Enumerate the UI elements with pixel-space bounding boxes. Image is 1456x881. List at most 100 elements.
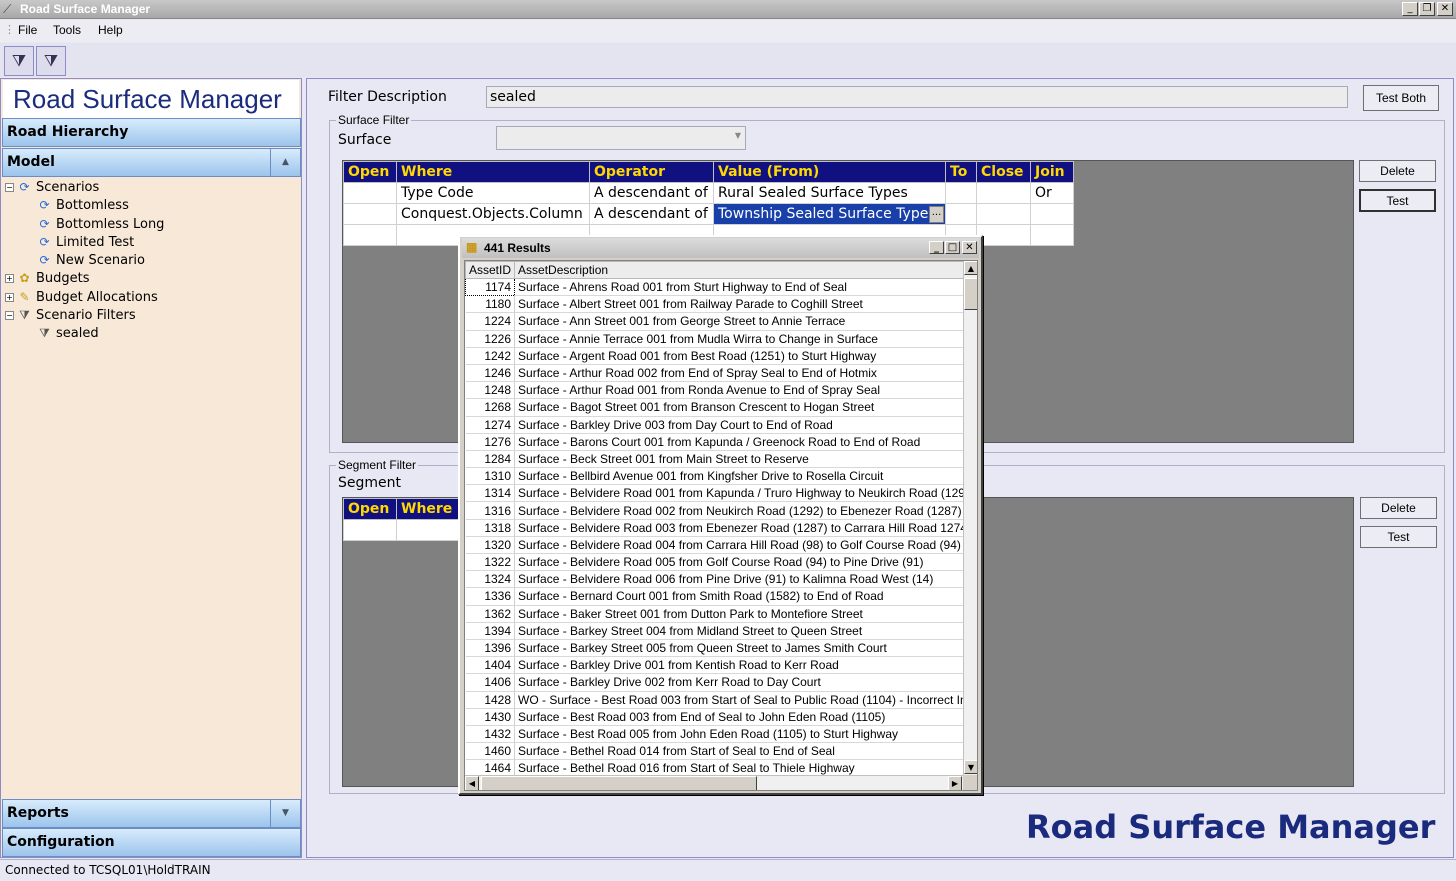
- asset-description-cell[interactable]: Surface - Beck Street 001 from Main Stre…: [514, 450, 977, 469]
- asset-id-cell[interactable]: 1284: [465, 450, 516, 469]
- asset-description-cell[interactable]: Surface - Best Road 005 from John Eden R…: [514, 725, 977, 744]
- asset-id-cell[interactable]: 1394: [465, 622, 516, 640]
- scroll-up-icon[interactable]: ▲: [964, 261, 977, 275]
- result-row[interactable]: 1396 Surface - Barkey Street 005 from Que…: [465, 639, 977, 658]
- column-header[interactable]: AssetDescription: [514, 261, 977, 279]
- ellipsis-button[interactable]: ...: [929, 206, 944, 223]
- tree-item-scenario[interactable]: ⟳ Bottomless Long: [37, 217, 164, 232]
- tree-item-scenario[interactable]: ⟳ Limited Test: [37, 235, 134, 250]
- result-row[interactable]: 1310 Surface - Bellbird Avenue 001 from K…: [465, 467, 977, 486]
- asset-description-cell[interactable]: Surface - Belvidere Road 006 from Pine D…: [514, 570, 977, 589]
- collapse-icon[interactable]: ▲: [270, 149, 300, 176]
- asset-description-cell[interactable]: Surface - Belvidere Road 001 from Kapund…: [514, 484, 977, 503]
- restore-button[interactable]: ❐: [1419, 2, 1435, 16]
- column-header[interactable]: To: [945, 161, 977, 183]
- segment-test-button[interactable]: Test: [1360, 526, 1437, 548]
- column-header[interactable]: Operator: [589, 161, 714, 183]
- result-row[interactable]: 1404 Surface - Barkley Drive 001 from Ken…: [465, 656, 977, 675]
- scroll-right-icon[interactable]: ▶: [948, 776, 962, 790]
- tree-item-scenario[interactable]: ⟳ New Scenario: [37, 253, 145, 268]
- asset-id-cell[interactable]: 1322: [465, 553, 516, 572]
- result-row[interactable]: 1174 Surface - Ahrens Road 001 from Sturt…: [465, 277, 977, 297]
- asset-id-cell[interactable]: 1336: [465, 587, 516, 606]
- asset-description-cell[interactable]: Surface - Annie Terrace 001 from Mudla W…: [514, 330, 977, 348]
- asset-description-cell[interactable]: Surface - Belvidere Road 004 from Carrar…: [514, 536, 977, 555]
- to-cell[interactable]: [945, 182, 977, 204]
- where-cell[interactable]: Conquest.Objects.Column: [396, 203, 590, 225]
- asset-description-cell[interactable]: WO - Surface - Best Road 003 from Start …: [514, 691, 977, 709]
- result-row[interactable]: 1246 Surface - Arthur Road 002 from End o…: [465, 364, 977, 383]
- asset-id-cell[interactable]: 1226: [465, 330, 516, 348]
- asset-description-cell[interactable]: Surface - Belvidere Road 005 from Golf C…: [514, 553, 977, 572]
- result-row[interactable]: 1248 Surface - Arthur Road 001 from Ronda…: [465, 381, 977, 400]
- asset-id-cell[interactable]: 1268: [465, 398, 516, 417]
- column-header[interactable]: AssetID: [465, 261, 516, 279]
- close-cell[interactable]: [976, 203, 1031, 225]
- open-cell[interactable]: [343, 182, 397, 204]
- asset-description-cell[interactable]: Surface - Belvidere Road 002 from Neukir…: [514, 501, 977, 520]
- close-button[interactable]: ✕: [1437, 2, 1453, 16]
- asset-description-cell[interactable]: Surface - Barkey Street 004 from Midland…: [514, 622, 977, 640]
- operator-cell[interactable]: A descendant of: [589, 203, 714, 225]
- result-row[interactable]: 1362 Surface - Baker Street 001 from Dutt…: [465, 605, 977, 623]
- column-header[interactable]: Open: [343, 161, 397, 183]
- scroll-left-icon[interactable]: ◀: [465, 776, 479, 790]
- asset-description-cell[interactable]: Surface - Best Road 003 from End of Seal…: [514, 708, 977, 726]
- menu-tools[interactable]: Tools: [53, 23, 81, 37]
- asset-id-cell[interactable]: 1274: [465, 416, 516, 434]
- asset-id-cell[interactable]: 1314: [465, 484, 516, 503]
- tree-item-scenario[interactable]: ⟳ Bottomless: [37, 198, 128, 213]
- asset-description-cell[interactable]: Surface - Ahrens Road 001 from Sturt Hig…: [514, 278, 977, 297]
- asset-id-cell[interactable]: 1324: [465, 570, 516, 589]
- asset-description-cell[interactable]: Surface - Belvidere Road 003 from Ebenez…: [514, 519, 977, 537]
- result-row[interactable]: 1336 Surface - Bernard Court 001 from Smi…: [465, 587, 977, 606]
- surface-delete-button[interactable]: Delete: [1359, 160, 1436, 182]
- asset-description-cell[interactable]: Surface - Barkey Street 005 from Queen S…: [514, 639, 977, 658]
- asset-id-cell[interactable]: 1276: [465, 433, 516, 451]
- asset-id-cell[interactable]: 1316: [465, 501, 516, 520]
- result-row[interactable]: 1226 Surface - Annie Terrace 001 from Mud…: [465, 330, 977, 348]
- result-row[interactable]: 1432 Surface - Best Road 005 from John Ed…: [465, 725, 977, 744]
- asset-description-cell[interactable]: Surface - Barkley Drive 002 from Kerr Ro…: [514, 673, 977, 692]
- maximize-button[interactable]: □: [945, 241, 960, 254]
- vertical-scrollbar[interactable]: ▲ ▼: [963, 261, 977, 775]
- filter-description-input[interactable]: [486, 86, 1348, 108]
- minimize-button[interactable]: _: [929, 241, 944, 254]
- asset-id-cell[interactable]: 1432: [465, 725, 516, 744]
- size-grip[interactable]: [963, 775, 977, 790]
- model-header[interactable]: Model ▲: [2, 148, 301, 177]
- column-header[interactable]: Open: [343, 498, 397, 520]
- scroll-down-icon[interactable]: ▼: [964, 760, 977, 774]
- table-row[interactable]: Type Code A descendant of Rural Sealed S…: [343, 182, 1074, 204]
- asset-id-cell[interactable]: 1430: [465, 708, 516, 726]
- result-row[interactable]: 1428 WO - Surface - Best Road 003 from St…: [465, 691, 977, 709]
- asset-id-cell[interactable]: 1460: [465, 742, 516, 761]
- column-header[interactable]: Join: [1030, 161, 1074, 183]
- value-cell[interactable]: Rural Sealed Surface Types: [713, 182, 946, 204]
- result-row[interactable]: 1406 Surface - Barkley Drive 002 from Ker…: [465, 673, 977, 692]
- asset-id-cell[interactable]: 1320: [465, 536, 516, 555]
- asset-id-cell[interactable]: 1174: [465, 277, 516, 297]
- test-both-button[interactable]: Test Both: [1363, 85, 1439, 111]
- segment-delete-button[interactable]: Delete: [1360, 497, 1437, 519]
- table-row[interactable]: Conquest.Objects.Column A descendant of …: [343, 203, 1074, 225]
- road-hierarchy-header[interactable]: Road Hierarchy: [2, 118, 301, 147]
- reports-header[interactable]: Reports ▼: [2, 799, 301, 828]
- tree-budgets[interactable]: + ✿ Budgets: [5, 271, 90, 286]
- result-row[interactable]: 1318 Surface - Belvidere Road 003 from Eb…: [465, 519, 977, 537]
- asset-id-cell[interactable]: 1404: [465, 656, 516, 675]
- asset-id-cell[interactable]: 1310: [465, 467, 516, 486]
- asset-id-cell[interactable]: 1318: [465, 519, 516, 537]
- surface-select[interactable]: ▼: [496, 126, 746, 150]
- scroll-thumb[interactable]: [964, 278, 977, 310]
- configuration-header[interactable]: Configuration: [2, 828, 301, 857]
- tree-item-filter[interactable]: ⧩ sealed: [37, 326, 98, 341]
- expand-icon[interactable]: ▼: [270, 800, 300, 827]
- result-row[interactable]: 1276 Surface - Barons Court 001 from Kapu…: [465, 433, 977, 451]
- result-row[interactable]: 1460 Surface - Bethel Road 014 from Start…: [465, 742, 977, 761]
- tree-scenarios[interactable]: − ⟳ Scenarios: [5, 180, 99, 195]
- asset-id-cell[interactable]: 1180: [465, 295, 516, 314]
- result-row[interactable]: 1394 Surface - Barkey Street 004 from Mid…: [465, 622, 977, 640]
- result-row[interactable]: 1242 Surface - Argent Road 001 from Best …: [465, 347, 977, 365]
- result-row[interactable]: 1224 Surface - Ann Street 001 from George…: [465, 312, 977, 331]
